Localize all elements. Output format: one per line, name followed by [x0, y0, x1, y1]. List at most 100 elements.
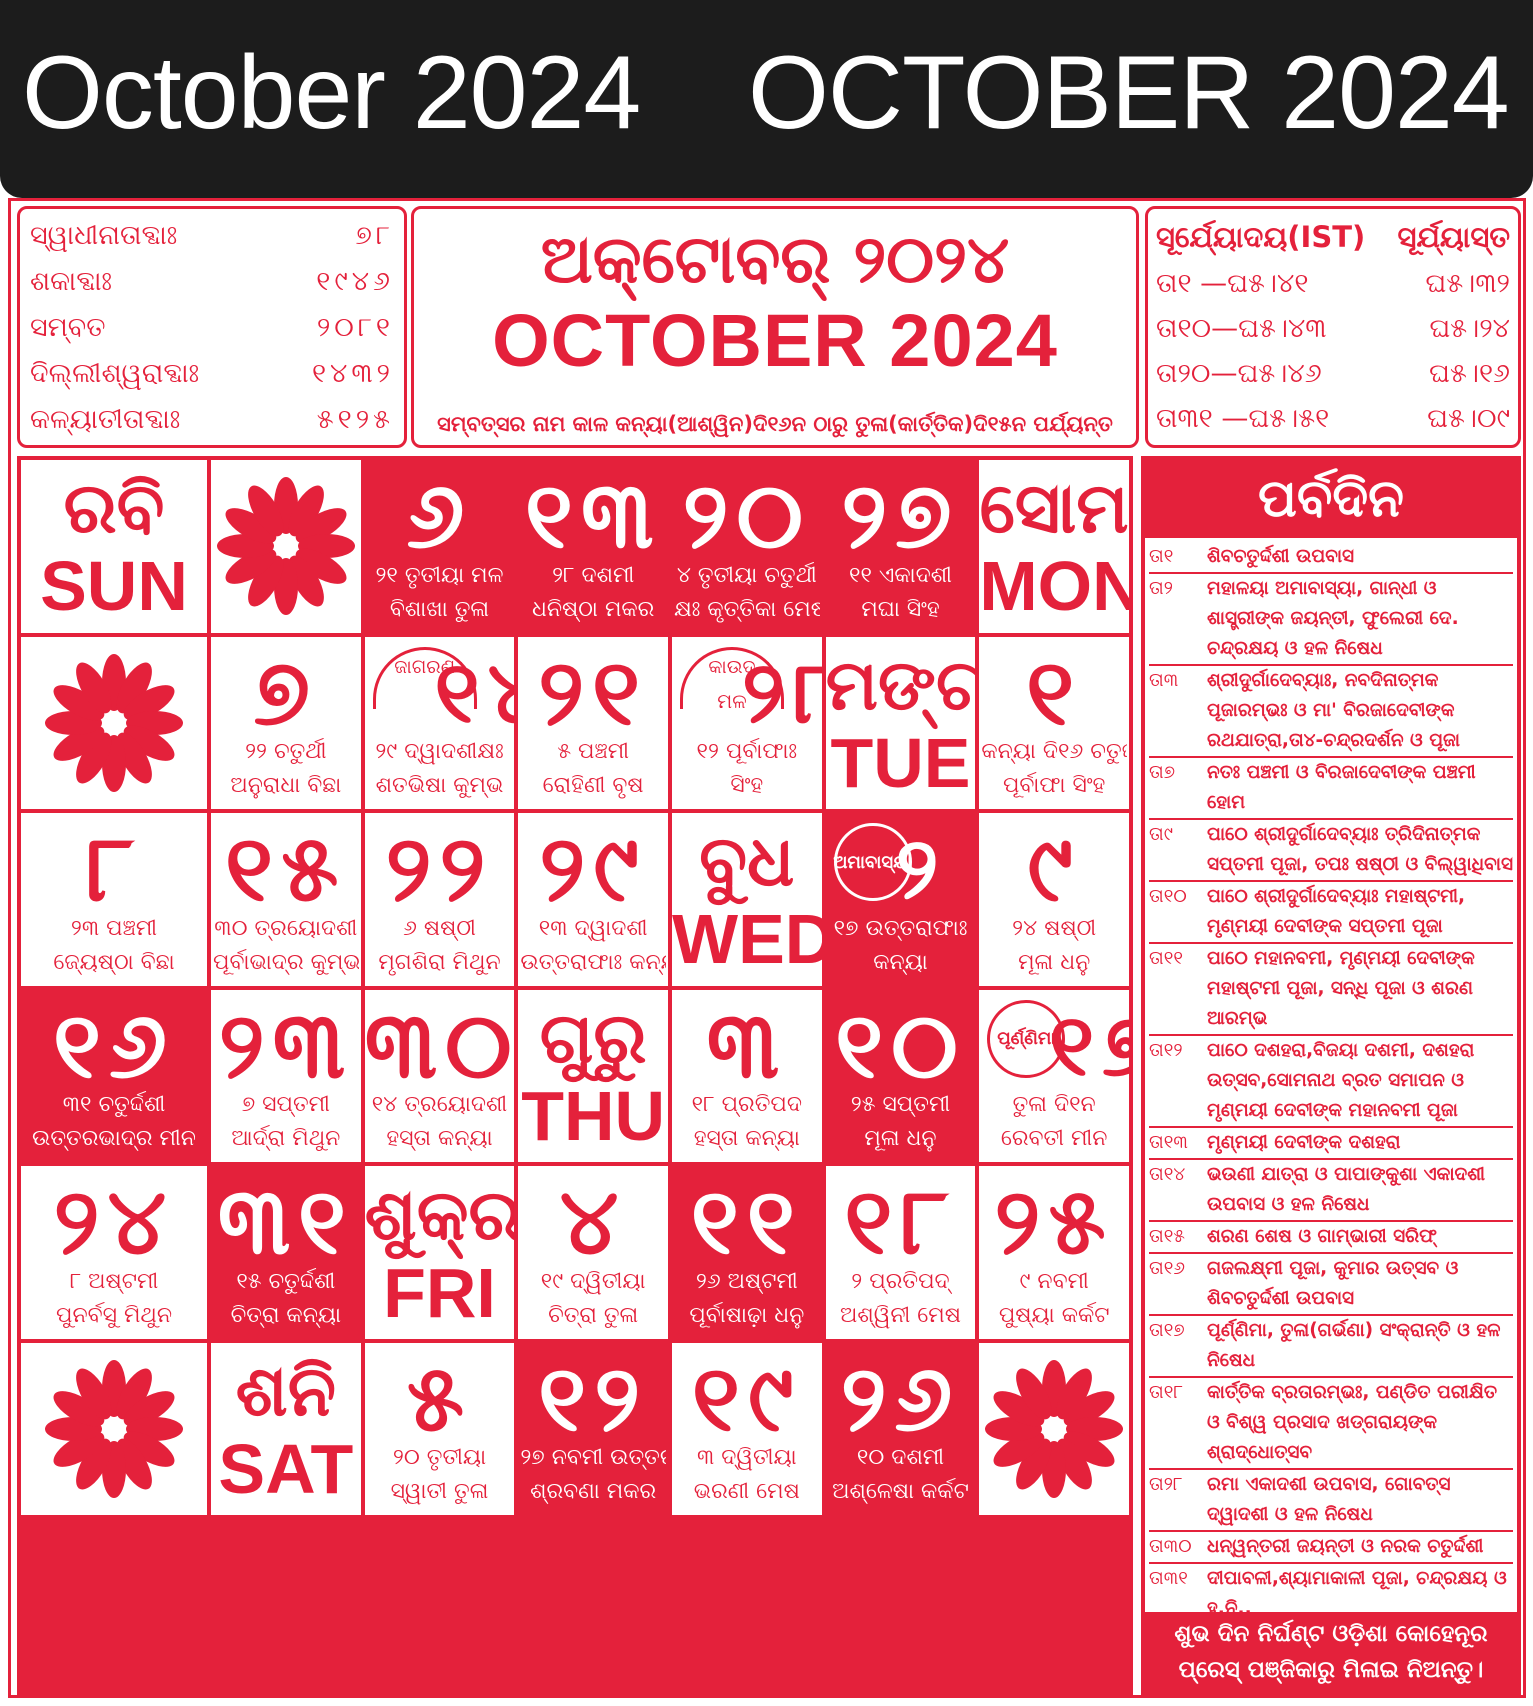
date-number: ୨୩: [218, 991, 353, 1099]
weekday-label-fri: ଶୁକ୍ର FRI: [364, 1166, 515, 1339]
tithi-line: ୧୭ ଉତ୍ତରାଫାଃ: [833, 915, 968, 941]
date-details: ୨ ପ୍ରତିପଦ୍ ଅଶ୍ୱିନୀ ମେଷ: [828, 1265, 974, 1333]
date-number: ୧୬: [53, 991, 175, 1099]
festival-item: ତା୧୨ ପା୦େ ଦଶହରା,ବିଜୟା ଦଶମୀ, ଦଶହରା ଉତ୍ସବ,ସ…: [1149, 1036, 1513, 1128]
festival-item: ତା୩ ଶ୍ରୀଦୁର୍ଗାଦେବ୍ୟାଃ, ନବଦିନାତ୍ମକ ପୂଜାରମ୍…: [1149, 666, 1513, 758]
date-details: ତୁଳା ଦି୧ନ ରେବତୀ ମୀନ: [981, 1088, 1127, 1156]
weekday-odia: ସୋମ: [979, 467, 1129, 550]
festival-date: ତା୯: [1149, 824, 1173, 845]
festival-item: ତା୭ ନତଃ ପଞ୍ଚମୀ ଓ ବିରଜାଦେବୀଙ୍କ ପଞ୍ଚମୀ ହୋମ: [1149, 758, 1513, 820]
tithi-line: ୩ ଦ୍ୱିତୀୟା: [696, 1445, 797, 1471]
date-cell: ୩୦ ୧୪ ତ୍ରୟୋଦଶୀ ହସ୍ତା କନ୍ୟା: [364, 989, 515, 1163]
festival-text: କାର୍ତ୍ତିକ ବ୍ରତାରମ୍ଭଃ, ପଣ୍ଡିତ ପରୀକ୍ଷିତ ଓ …: [1207, 1382, 1498, 1463]
festival-item: ତା୧୮ କାର୍ତ୍ତିକ ବ୍ରତାରମ୍ଭଃ, ପଣ୍ଡିତ ପରୀକ୍ଷି…: [1149, 1378, 1513, 1470]
date-number: ୨୪: [53, 1168, 175, 1276]
date-details: ୨୯ ଦ୍ୱାଦଶୀକ୍ଷଃ ଶତଭିଷା କୁମ୍ଭ: [367, 735, 513, 803]
date-number: ୨୯: [539, 815, 647, 923]
tithi-line: ୧୩ ଦ୍ୱାଦଶୀ: [538, 915, 648, 941]
festival-date: ତା୧୧: [1149, 948, 1183, 969]
festival-date: ତା୧୮: [1149, 1382, 1184, 1403]
nakshatra-line: ଅଶ୍ୱିନୀ ମେଷ: [839, 1302, 961, 1328]
date-cell: ୮ ୨୩ ପଞ୍ଚମୀ ଜ୍ୟେଷ୍ଠା ବିଛା: [21, 813, 207, 986]
date-details: ୨୪ ଷଷ୍ଠୀ ମୂଳା ଧନୁ: [981, 912, 1127, 980]
tithi-line: ୧୧ ଏକାଦଶୀ: [849, 562, 952, 588]
era-value: ୭୮: [355, 220, 394, 251]
sun-row: ତା୩୧ —ଘ୫।୫୧ ଘ୫।୦୯: [1156, 396, 1510, 441]
date-cell: ୧୬ ୩୧ ଚତୁର୍ଦ୍ଦଶୀ ଉତ୍ତରଭାଦ୍ର ମୀନ: [21, 989, 207, 1163]
tithi-line: ୭ ସପ୍ତମୀ: [241, 1092, 330, 1118]
nakshatra-line: ଉତ୍ତରଭାଦ୍ର ମୀନ: [32, 1126, 196, 1152]
date-details: ୧୦ ଦଶମୀ ଅଶ୍ଳେଷା କର୍କଟ: [828, 1441, 974, 1509]
tithi-line: ୨୫ ସପ୍ତମୀ: [850, 1092, 951, 1118]
tithi-line: ୩୧ ଚତୁର୍ଦ୍ଦଶୀ: [62, 1092, 166, 1118]
tithi-line: ୨୪ ଷଷ୍ଠୀ: [1012, 915, 1097, 941]
festival-item: ତା୨୮ ରମା ଏକାଦଶୀ ଉପବାସ, ଗୋବତ୍ସ ଦ୍ୱାଦଶୀ ଓ ହ…: [1149, 1470, 1513, 1532]
nakshatra-line: ମୂଳା ଧନୁ: [1018, 949, 1091, 975]
festival-text: ପୂର୍ଣ୍ଣିମା, ତୁଳା(ଗର୍ଭଣା) ସଂକ୍ରାନ୍ତି ଓ ହଳ…: [1207, 1320, 1501, 1371]
weekday-odia: ରବି: [63, 467, 165, 550]
date-details: ୬ ଷଷ୍ଠୀ ମୃଗଶିରା ମିଥୁନ: [367, 912, 513, 980]
sun-row: ତା୧୦—ଘ୫।୪୩ ଘ୫।୨୪: [1156, 306, 1510, 351]
festival-text: ନତଃ ପଞ୍ଚମୀ ଓ ବିରଜାଦେବୀଙ୍କ ପଞ୍ଚମୀ ହୋମ: [1207, 762, 1476, 813]
nakshatra-line: ହସ୍ତା କନ୍ୟା: [386, 1126, 493, 1152]
date-cell: ୨୮କାଉଦମଳ୧୨ ପୂର୍ବାଫାଃସିଂହ: [672, 636, 822, 810]
weekday-english: MON: [979, 547, 1129, 626]
nakshatra-line: ପୁନର୍ବସୁ ମିଥୁନ: [55, 1302, 173, 1328]
era-box: ସ୍ୱାଧୀନାତାବ୍ଦାଃ ୭୮ ଶକାବ୍ଦାଃ ୧୯୪୬ ସମ୍ବତ ୨୦୮୧ ଦି…: [17, 206, 407, 448]
tithi-line: ୨୬ ଅଷ୍ଟମୀ: [695, 1268, 798, 1294]
date-number: ୪: [559, 1168, 627, 1276]
festival-footer: ଶୁଭ ଦିନ ନିର୍ଘଣ୍ଟ ଓଡ଼ିଶା କୋହେନୂର ପ୍ରେସ୍ ପ…: [1145, 1612, 1517, 1692]
festival-text: ଶିବଚତୁର୍ଦ୍ଦଶୀ ଉପବାସ: [1207, 546, 1355, 567]
nakshatra-line: ବିଶାଖା ତୁଳା: [389, 596, 490, 622]
date-cell: ୨୩ ୭ ସପ୍ତମୀ ଆର୍ଦ୍ରା ମିଥୁନ: [211, 989, 361, 1163]
date-details: ୨୫ ସପ୍ତମୀ ମୂଳା ଧନୁ: [828, 1088, 974, 1156]
festival-date: ତା୩୦: [1149, 1536, 1192, 1557]
tithi-line: ୪ ତୃତୀୟା ଚତୁର୍ଥୀ: [676, 562, 817, 588]
date-details: ୧୯ ଦ୍ୱିତୀୟା ଚିତ୍ରା ତୁଳା: [520, 1265, 666, 1333]
date-cell: ୧୭ପୂର୍ଣ୍ଣିମାତୁଳା ଦି୧ନରେବତୀ ମୀନ: [979, 989, 1129, 1163]
date-number: ୫: [406, 1344, 473, 1452]
empty-cell: [211, 460, 361, 633]
date-number: ୧୯: [692, 1344, 802, 1452]
date-cell: ୨୪ ୮ ଅଷ୍ଟମୀ ପୁନର୍ବସୁ ମିଥୁନ: [21, 1166, 207, 1339]
moon-arc-sublabel: ମଳ: [717, 688, 747, 713]
date-cell: ୧୧ ୨୬ ଅଷ୍ଟମୀ ପୂର୍ବାଷାଢ଼ା ଧନୁ: [672, 1166, 822, 1339]
moon-phase-badge: ପୂର୍ଣ୍ଣିମା: [987, 999, 1066, 1078]
date-cell: ୧୨୨୭ ନବମୀ ଉତ୍ତରାଷାଢ଼ା ଶ୍ରବଣା ମକର: [518, 1342, 668, 1516]
festival-title: ପର୍ବଦିନ: [1145, 460, 1517, 538]
date-number: ୨୭: [841, 462, 960, 569]
era-value: ୫୧୨୫: [316, 404, 394, 435]
festival-list: ତା୧ ଶିବଚତୁର୍ଦ୍ଦଶୀ ଉପବାସ ତା୨ ମହାଳୟା ଅମାବାସ୍ୟ…: [1145, 538, 1517, 1630]
nakshatra-line: କନ୍ୟା: [873, 949, 928, 975]
date-details: ୩୧ ଚତୁର୍ଦ୍ଦଶୀ ଉତ୍ତରଭାଦ୍ର ମୀନ: [23, 1088, 205, 1156]
date-cell: ୨୫ ୯ ନବମୀ ପୁଷ୍ୟା କର୍କଟ: [979, 1166, 1129, 1339]
tithi-line: ୨୩ ପଞ୍ଚମୀ: [70, 915, 158, 941]
festival-item: ତା୧୬ ଗଜଲକ୍ଷ୍ମୀ ପୂଜା, କୁମାର ଉତ୍ସବ ଓ ଶିବଚତୁ…: [1149, 1254, 1513, 1316]
festival-item: ତା୧ ଶିବଚତୁର୍ଦ୍ଦଶୀ ଉପବାସ: [1149, 542, 1513, 574]
month-subtitle: ସମ୍ବତ୍ସର ନାମ କାଳ କନ୍ୟା(ଆଶ୍ୱିନ)ଦି୧୬ନ ଠାରୁ…: [437, 412, 1113, 436]
festival-item: ତା୧୭ ପୂର୍ଣ୍ଣିମା, ତୁଳା(ଗର୍ଭଣା) ସଂକ୍ରାନ୍ତି …: [1149, 1316, 1513, 1378]
date-cell: ୨୨ ୬ ଷଷ୍ଠୀ ମୃଗଶିରା ମିଥୁନ: [364, 813, 515, 986]
flower-icon: [985, 1360, 1124, 1499]
weekday-label-mon: ସୋମ MON: [979, 460, 1129, 633]
festival-footer-line1: ଶୁଭ ଦିନ ନିର୍ଘଣ୍ଟ ଓଡ଼ିଶା କୋହେନୂର: [1174, 1621, 1488, 1647]
festival-item: ତା୩୦ ଧନ୍ୱନ୍ତରୀ ଜୟନ୍ତୀ ଓ ନରକ ଚତୁର୍ଦ୍ଦଶୀ: [1149, 1532, 1513, 1564]
sunset-time: ଘ୫।୩୨: [1425, 268, 1510, 299]
date-number: ୨୨: [385, 815, 494, 923]
nakshatra-line: ମଘା ସିଂହ: [861, 596, 940, 622]
nakshatra-line: ଶ୍ରବଣା ମକର: [530, 1479, 657, 1505]
date-details: ୨୨ ଚତୁର୍ଥୀ ଅନୁରାଧା ବିଛା: [213, 735, 359, 803]
sunrise-time: ତା୧୦—ଘ୫।୪୩: [1156, 313, 1327, 344]
date-cell: ୭ ୨୨ ଚତୁର୍ଥୀ ଅନୁରାଧା ବିଛା: [211, 636, 361, 810]
date-number: ୭: [253, 638, 318, 746]
sunset-heading: ସୂର୍ଯ୍ୟାସ୍ତ: [1397, 220, 1510, 254]
date-number: ୨୦: [682, 462, 812, 569]
era-label: ସ୍ୱାଧୀନାତାବ୍ଦାଃ: [30, 220, 178, 251]
festival-text: ଶ୍ରୀଦୁର୍ଗାଦେବ୍ୟାଃ, ନବଦିନାତ୍ମକ ପୂଜାରମ୍ଭଃ …: [1207, 670, 1461, 751]
date-number: ୩୧: [217, 1168, 354, 1276]
tithi-line: ୧୫ ଚତୁର୍ଦ୍ଦଶୀ: [236, 1268, 336, 1294]
era-label: କଳ୍ୟାତୀତାବ୍ଦାଃ: [30, 404, 181, 435]
calendar-page: ସ୍ୱାଧୀନାତାବ୍ଦାଃ ୭୮ ଶକାବ୍ଦାଃ ୧୯୪୬ ସମ୍ବତ ୨୦୮୧ ଦି…: [8, 198, 1526, 1698]
date-details: ୭ ସପ୍ତମୀ ଆର୍ଦ୍ରା ମିଥୁନ: [213, 1088, 359, 1156]
date-cell: ୧୫ ୩୦ ତ୍ରୟୋଦଶୀ ପୂର୍ବାଭାଦ୍ର କୁମ୍ଭ: [211, 813, 361, 986]
